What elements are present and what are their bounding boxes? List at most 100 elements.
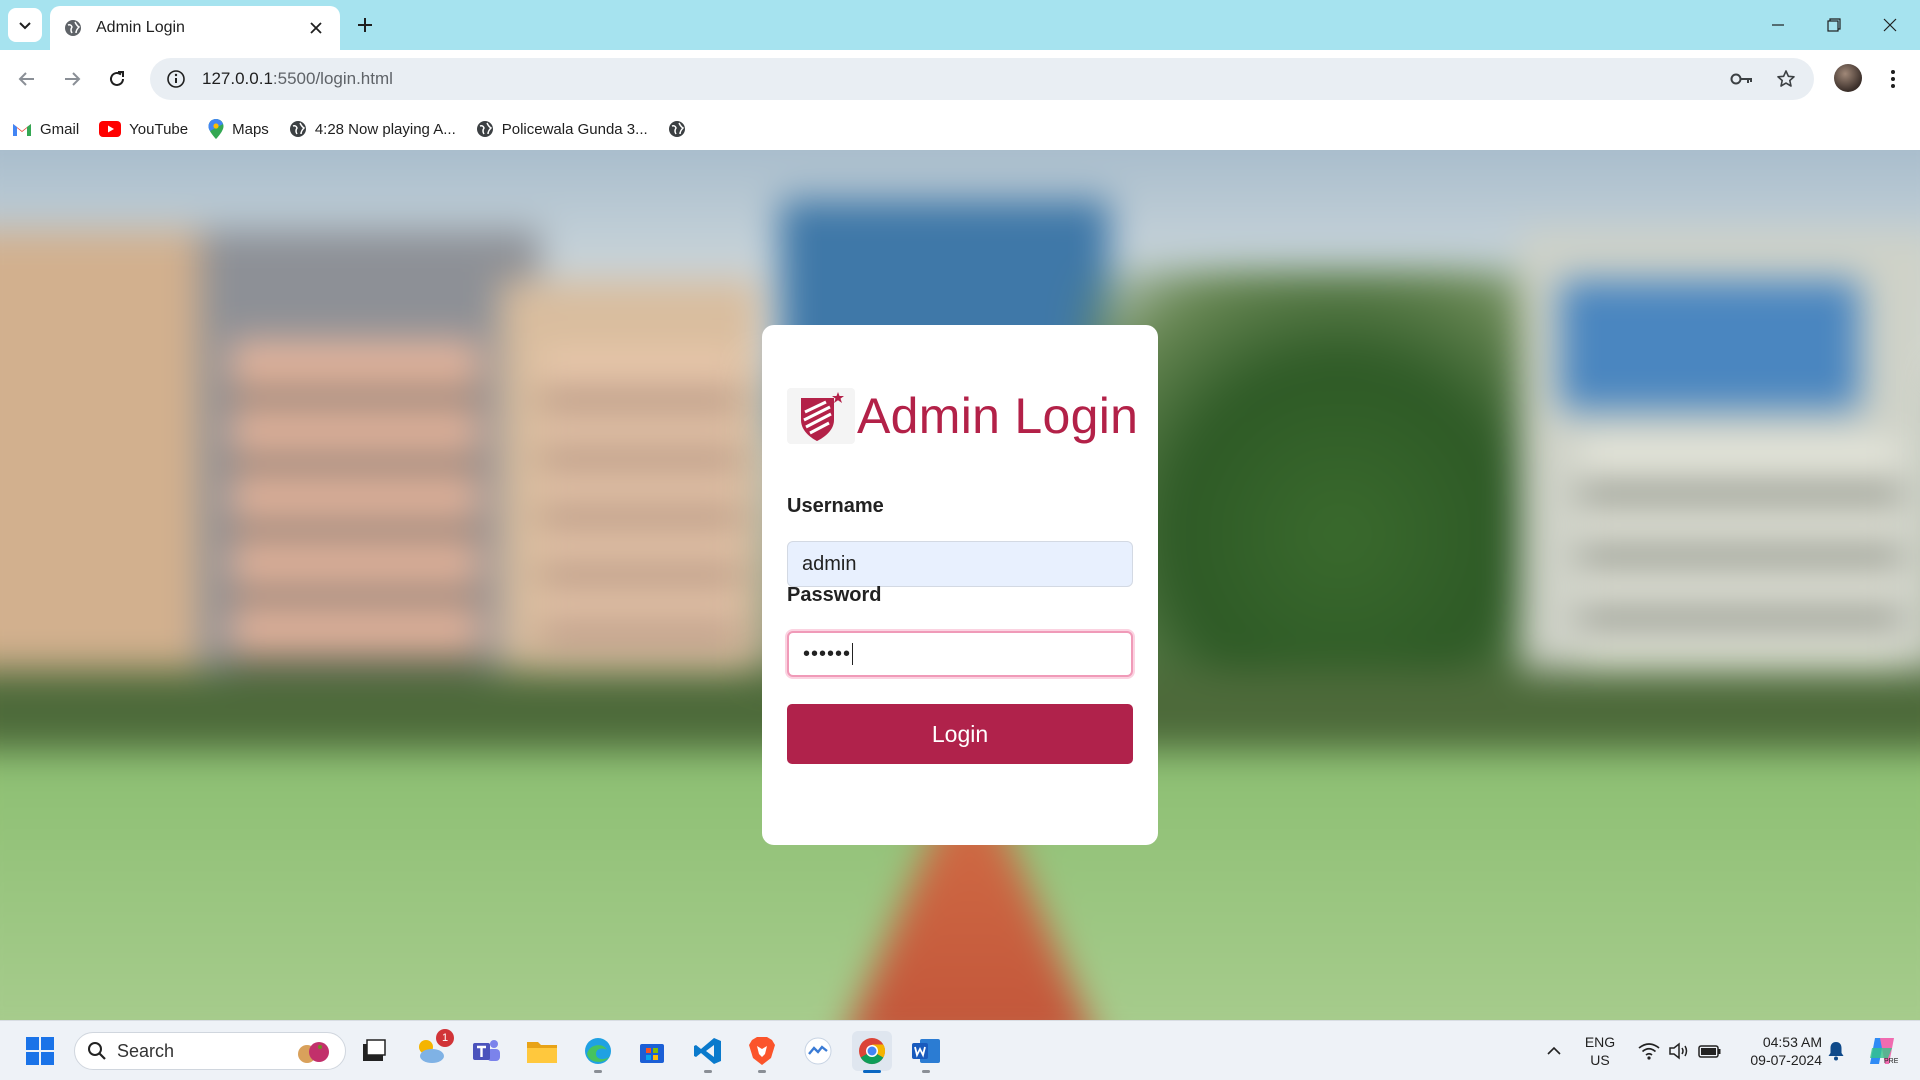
chevron-up-icon [1547, 1046, 1561, 1055]
chrome-app[interactable] [852, 1031, 892, 1073]
bookmark-maps[interactable]: Maps [208, 119, 269, 139]
more-vert-icon [1891, 70, 1895, 88]
bookmark-label: YouTube [129, 120, 189, 138]
browser-menu-button[interactable] [1878, 62, 1908, 96]
url-text: 127.0.0.1:5500/login.html [202, 69, 393, 89]
edge-icon [585, 1038, 611, 1064]
close-window-button[interactable] [1868, 8, 1912, 42]
store-icon [640, 1044, 664, 1063]
brave-app[interactable] [742, 1031, 782, 1073]
word-icon [912, 1039, 940, 1063]
restore-icon [1827, 18, 1841, 32]
input-language-indicator[interactable]: ENG US [1578, 1033, 1622, 1069]
text-cursor [852, 643, 854, 665]
close-icon [1883, 18, 1897, 32]
profile-avatar[interactable] [1834, 64, 1862, 92]
close-icon [310, 22, 322, 34]
task-view-button[interactable] [354, 1031, 394, 1071]
search-icon [88, 1042, 106, 1060]
taskbar-search[interactable]: Search [74, 1032, 346, 1070]
bookmark-star-icon[interactable] [1770, 63, 1802, 95]
chart-app-icon [804, 1037, 832, 1065]
globe-icon [668, 121, 685, 137]
tab-strip: Admin Login [0, 0, 1920, 50]
tab-admin-login[interactable]: Admin Login [50, 6, 340, 50]
username-label: Username [787, 495, 884, 517]
site-info-icon[interactable] [154, 69, 198, 89]
store-app[interactable] [632, 1031, 672, 1071]
reload-icon [110, 71, 124, 86]
search-highlight-icon [298, 1042, 329, 1063]
address-bar[interactable]: 127.0.0.1:5500/login.html [150, 58, 1814, 100]
copilot-button[interactable]: PRE [1862, 1031, 1902, 1071]
pinned-app[interactable] [798, 1031, 838, 1071]
notification-badge: 1 [436, 1029, 454, 1047]
reload-button[interactable] [100, 62, 134, 96]
globe-icon [65, 20, 81, 36]
bookmark-gmail[interactable]: Gmail [12, 121, 79, 138]
wifi-icon [1638, 1043, 1660, 1060]
globe-icon [289, 121, 306, 137]
bookmarks-bar: Gmail YouTube Maps 4:28 Now playing A...… [0, 108, 1920, 150]
edge-app[interactable] [578, 1031, 618, 1073]
bookmark-label: Policewala Gunda 3... [501, 120, 648, 138]
login-card: Admin Login Username Password •••••• Log… [762, 325, 1158, 845]
minimize-button[interactable] [1756, 8, 1800, 42]
url-path: :5500/login.html [272, 69, 393, 88]
restore-button[interactable] [1812, 8, 1856, 42]
bookmark-now-playing[interactable]: 4:28 Now playing A... [289, 120, 456, 138]
windows-taskbar: Search 1 ENG US 04:53 AM 09-07-2024 PRE [0, 1020, 1920, 1080]
url-host: 127.0.0.1 [202, 69, 273, 88]
teams-app[interactable] [466, 1031, 506, 1071]
forward-button[interactable] [55, 62, 89, 96]
plus-icon [358, 18, 372, 32]
show-hidden-icons-button[interactable] [1534, 1031, 1574, 1071]
vscode-app[interactable] [688, 1031, 728, 1073]
active-indicator [863, 1070, 881, 1073]
running-indicator [922, 1070, 930, 1073]
login-button[interactable]: Login [787, 704, 1133, 764]
start-button[interactable] [20, 1031, 60, 1071]
notifications-button[interactable] [1826, 1031, 1846, 1071]
running-indicator [758, 1070, 766, 1073]
vscode-icon [694, 1038, 721, 1064]
tab-search-button[interactable] [8, 8, 42, 42]
arrow-right-icon [65, 72, 81, 86]
bookmark-youtube[interactable]: YouTube [99, 121, 188, 138]
close-tab-button[interactable] [306, 18, 326, 38]
tab-title: Admin Login [96, 19, 185, 36]
teams-icon [473, 1040, 500, 1061]
svg-text:PRE: PRE [1884, 1058, 1898, 1065]
quick-settings-button[interactable] [1630, 1031, 1730, 1071]
browser-toolbar: 127.0.0.1:5500/login.html [0, 50, 1920, 108]
word-app[interactable] [906, 1031, 946, 1073]
lang-line1: ENG [1584, 1034, 1616, 1050]
bell-icon [1828, 1042, 1844, 1061]
globe-icon [476, 121, 493, 137]
arrow-left-icon [18, 72, 34, 86]
file-explorer-app[interactable] [522, 1031, 562, 1071]
clock-date: 09-07-2024 [1750, 1052, 1822, 1068]
clock-time: 04:53 AM [1762, 1034, 1822, 1050]
bookmark-label: 4:28 Now playing A... [314, 120, 456, 138]
chevron-down-icon [19, 22, 31, 30]
bookmark-unnamed[interactable] [668, 120, 694, 138]
password-masked-value: •••••• [803, 642, 852, 665]
volume-icon [1669, 1042, 1688, 1060]
university-logo [787, 388, 855, 444]
bookmark-policewala[interactable]: Policewala Gunda 3... [476, 120, 648, 138]
back-button[interactable] [10, 62, 44, 96]
new-tab-button[interactable] [350, 10, 380, 40]
task-view-icon [363, 1039, 386, 1061]
search-placeholder: Search [117, 1040, 175, 1061]
clock[interactable]: 04:53 AM 09-07-2024 [1732, 1033, 1822, 1069]
password-label: Password [787, 584, 882, 606]
running-indicator [594, 1070, 602, 1073]
chrome-icon [859, 1038, 886, 1065]
weather-widget[interactable]: 1 [410, 1029, 454, 1071]
password-key-icon[interactable] [1726, 63, 1758, 95]
password-input[interactable]: •••••• [787, 631, 1133, 677]
minimize-icon [1772, 24, 1784, 26]
bookmark-label: Maps [232, 120, 269, 138]
username-input[interactable] [787, 541, 1133, 587]
